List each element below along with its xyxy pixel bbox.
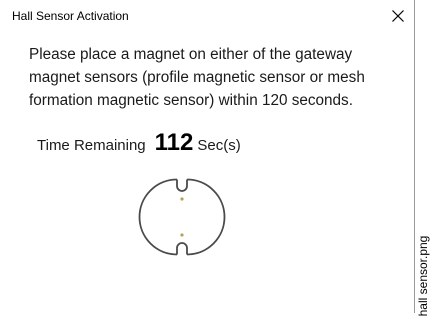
time-remaining-unit: Sec(s) xyxy=(197,137,241,154)
title-bar: Hall Sensor Activation xyxy=(0,0,414,32)
instruction-message: Please place a magnet on either of the g… xyxy=(29,46,365,109)
filename-label: hall sensor.png xyxy=(416,235,430,316)
time-remaining-row: Time Remaining 112 Sec(s) xyxy=(37,129,241,159)
close-button[interactable] xyxy=(384,2,412,30)
dialog-title: Hall Sensor Activation xyxy=(12,9,129,23)
time-remaining-label: Time Remaining xyxy=(37,137,146,154)
close-icon xyxy=(392,10,404,22)
time-remaining-value: 112 xyxy=(154,129,194,156)
sensor-dot-top xyxy=(180,197,184,201)
hall-sensor-dialog: Hall Sensor Activation Please place a ma… xyxy=(0,0,415,313)
filename-watermark: hall sensor.png xyxy=(415,0,432,316)
hall-sensor-icon xyxy=(138,178,226,256)
sensor-dot-bottom xyxy=(180,233,184,237)
